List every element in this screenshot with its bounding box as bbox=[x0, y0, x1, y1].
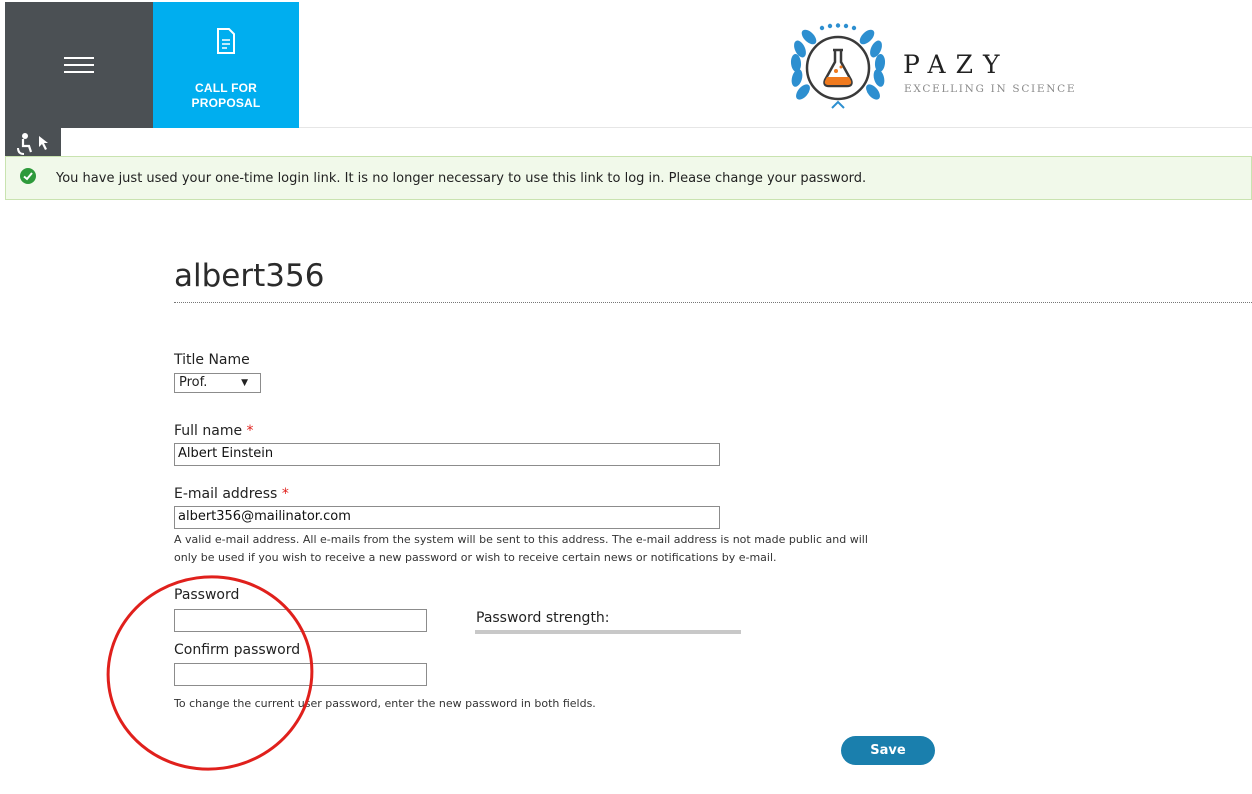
required-marker: * bbox=[281, 486, 289, 502]
email-help-line-1: A valid e-mail address. All e-mails from… bbox=[174, 533, 868, 546]
status-message: You have just used your one-time login l… bbox=[5, 156, 1252, 200]
email-field[interactable]: albert356@mailinator.com bbox=[174, 506, 720, 529]
title-name-label: Title Name bbox=[174, 352, 250, 368]
call-for-proposal-button[interactable]: CALL FOR PROPOSAL bbox=[153, 2, 299, 128]
status-message-text: You have just used your one-time login l… bbox=[56, 171, 867, 186]
title-name-value: Prof. bbox=[179, 375, 208, 390]
title-name-select[interactable]: Prof. ▼ bbox=[174, 373, 261, 393]
brand-name: PAZY bbox=[903, 50, 1010, 79]
brand-tagline: EXCELLING IN SCIENCE bbox=[904, 83, 1077, 95]
hamburger-icon bbox=[64, 52, 94, 78]
annotation-circle bbox=[106, 575, 314, 771]
email-label: E-mail address * bbox=[174, 486, 289, 502]
accessibility-icon bbox=[17, 133, 48, 155]
password-strength-bar bbox=[475, 630, 741, 634]
full-name-label-text: Full name bbox=[174, 423, 243, 439]
dropdown-arrow-icon: ▼ bbox=[241, 378, 248, 388]
full-name-field[interactable]: Albert Einstein bbox=[174, 443, 720, 466]
page-title: albert356 bbox=[174, 258, 325, 294]
email-label-text: E-mail address bbox=[174, 486, 278, 502]
email-help-line-2: only be used if you wish to receive a ne… bbox=[174, 551, 777, 564]
logo-flask-icon bbox=[790, 23, 886, 109]
full-name-label: Full name * bbox=[174, 423, 254, 439]
header-divider bbox=[299, 127, 1252, 128]
menu-button[interactable] bbox=[5, 2, 153, 128]
required-marker: * bbox=[246, 423, 254, 439]
accessibility-button[interactable] bbox=[5, 128, 61, 156]
document-icon bbox=[217, 28, 235, 54]
check-circle-icon bbox=[20, 168, 36, 184]
title-divider bbox=[174, 302, 1252, 303]
save-button[interactable]: Save bbox=[841, 736, 935, 765]
call-for-proposal-label: CALL FOR PROPOSAL bbox=[191, 81, 261, 110]
password-strength-label: Password strength: bbox=[476, 610, 610, 626]
